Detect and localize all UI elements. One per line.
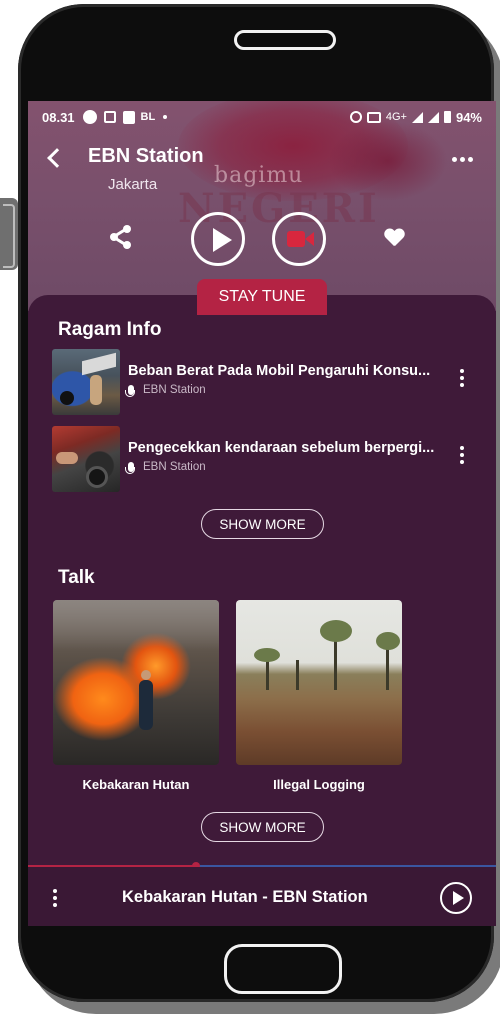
station-city: Jakarta <box>108 176 158 193</box>
signal-icon <box>427 111 439 123</box>
video-camera-icon <box>287 231 305 247</box>
show-more-button[interactable]: SHOW MORE <box>201 509 324 539</box>
battery-icon <box>443 111 451 123</box>
status-time: 08.31 <box>42 109 75 125</box>
shopping-bag-icon <box>122 110 135 124</box>
talk-card[interactable]: Kebakaran Hutan <box>53 600 219 792</box>
news-thumbnail <box>52 349 120 415</box>
stay-tune-badge: STAY TUNE <box>197 279 327 315</box>
heart-icon[interactable] <box>384 229 404 247</box>
video-camera-lens <box>305 232 314 246</box>
more-options-icon[interactable] <box>452 157 473 162</box>
dot-icon <box>163 115 168 119</box>
play-icon <box>213 228 232 252</box>
share-icon[interactable] <box>110 225 132 249</box>
section-title-talk: Talk <box>58 567 95 588</box>
cast-icon <box>366 111 381 123</box>
list-item[interactable]: Beban Berat Pada Mobil Pengaruhi Konsu..… <box>52 349 482 415</box>
phone-side-clip <box>0 198 18 270</box>
network-label: 4G+ <box>385 111 407 123</box>
signal-icon <box>411 111 423 123</box>
news-thumbnail <box>52 426 120 492</box>
talk-card-label: Illegal Logging <box>273 777 365 792</box>
talk-thumbnail <box>236 600 402 765</box>
news-source-label: EBN Station <box>143 384 206 396</box>
item-menu-icon[interactable] <box>460 369 464 387</box>
station-title: EBN Station <box>88 145 204 167</box>
phone-speaker <box>234 30 336 50</box>
talk-thumbnail <box>53 600 219 765</box>
player-play-button[interactable] <box>440 882 472 914</box>
player-menu-icon[interactable] <box>53 889 57 907</box>
news-title: Beban Berat Pada Mobil Pengaruhi Konsu..… <box>128 363 431 379</box>
play-button[interactable] <box>191 212 245 266</box>
app-screen: bagimu NEGERI 08.31 BL 4G+ 94% EBN Stati… <box>28 101 496 926</box>
mic-icon <box>125 462 135 474</box>
video-button[interactable] <box>272 212 326 266</box>
play-icon <box>453 891 464 905</box>
notification-dot-icon <box>82 110 97 124</box>
news-source: EBN Station <box>125 384 206 397</box>
now-playing-title: Kebakaran Hutan - EBN Station <box>122 888 368 906</box>
gallery-icon <box>103 111 116 123</box>
battery-percent: 94% <box>455 109 482 125</box>
status-right: 4G+ 94% <box>349 109 482 125</box>
home-button[interactable] <box>224 944 342 994</box>
status-bar: 08.31 BL 4G+ 94% <box>42 107 482 127</box>
item-menu-icon[interactable] <box>460 446 464 464</box>
section-title-ragam-info: Ragam Info <box>58 319 162 340</box>
news-title: Pengecekkan kendaraan sebelum berpergi..… <box>128 440 435 456</box>
alarm-icon <box>349 111 362 123</box>
show-more-button[interactable]: SHOW MORE <box>201 812 324 842</box>
mic-icon <box>125 385 135 397</box>
list-item[interactable]: Pengecekkan kendaraan sebelum berpergi..… <box>52 426 482 492</box>
news-source-label: EBN Station <box>143 461 206 473</box>
talk-card-label: Kebakaran Hutan <box>82 777 190 792</box>
talk-card[interactable]: Illegal Logging <box>236 600 402 792</box>
carrier-tag: BL <box>140 111 156 123</box>
mini-player: Kebakaran Hutan - EBN Station <box>28 867 496 926</box>
news-source: EBN Station <box>125 461 206 474</box>
back-arrow-icon[interactable] <box>47 148 67 168</box>
